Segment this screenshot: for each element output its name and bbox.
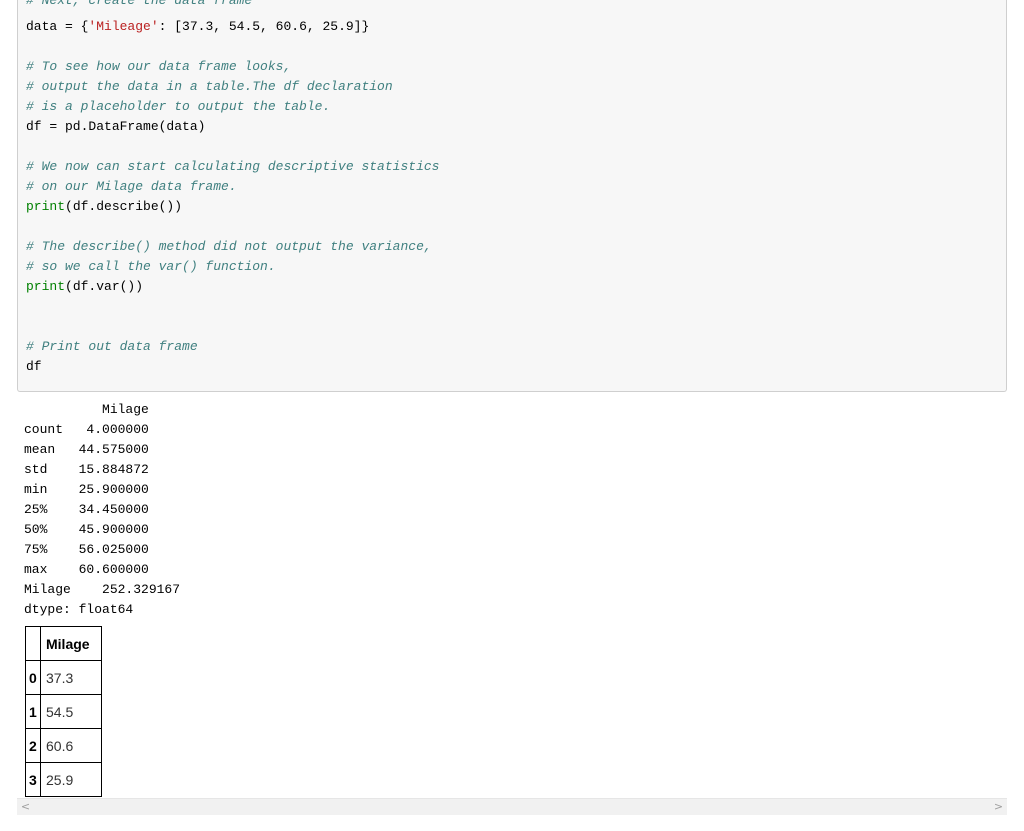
output-line: 25% 34.450000 [24,502,149,517]
code-line: print(df.var()) [26,277,143,297]
code-token: : [37.3, 54.5, 60.6, 25.9]} [158,19,370,34]
code-token: df = pd.DataFrame(data) [26,119,206,134]
code-line: # so we call the var() function. [26,257,276,277]
code-token-comment: # The describe() method did not output t… [26,239,432,254]
table-header-row: Milage [25,626,102,661]
code-token: (df.var()) [65,279,144,294]
table-row: 3 25.9 [25,762,102,797]
code-token: (df.describe()) [65,199,183,214]
code-token: data = { [26,19,89,34]
row-index: 3 [25,762,41,797]
cell-milage: 25.9 [40,762,102,797]
index-header [25,626,41,661]
scroll-left-icon[interactable]: < [17,799,34,815]
code-line: # The describe() method did not output t… [26,237,432,257]
table-row: 0 37.3 [25,660,102,695]
output-line: mean 44.575000 [24,442,149,457]
code-line: df [26,357,42,377]
code-token-comment: # output the data in a table.The df decl… [26,79,393,94]
output-line: min 25.900000 [24,482,149,497]
code-line: print(df.describe()) [26,197,182,217]
code-line: # on our Milage data frame. [26,177,237,197]
cell-milage: 60.6 [40,728,102,763]
code-line: df = pd.DataFrame(data) [26,117,205,137]
column-header-milage: Milage [40,626,102,661]
code-line: data = {'Mileage': [37.3, 54.5, 60.6, 25… [26,17,369,37]
row-index: 1 [25,694,41,729]
code-token-builtin: print [26,279,66,294]
code-line: # is a placeholder to output the table. [26,97,330,117]
scroll-right-icon[interactable]: > [990,799,1007,815]
dataframe-table: Milage 0 37.3 1 54.5 2 60.6 3 25.9 [25,626,102,797]
code-line: # Print out data frame [26,337,198,357]
code-token-string: 'Mileage' [88,19,159,34]
code-token-builtin: print [26,199,66,214]
horizontal-scrollbar[interactable]: < > [17,798,1007,815]
row-index: 0 [25,660,41,695]
output-line: Milage [24,402,149,417]
code-token-comment: # is a placeholder to output the table. [26,99,331,114]
row-index: 2 [25,728,41,763]
output-line: 75% 56.025000 [24,542,149,557]
cell-milage: 54.5 [40,694,102,729]
code-token-comment: # We now can start calculating descripti… [26,159,440,174]
code-cell-input[interactable]: # Next, create the data frame data = {'M… [17,0,1007,392]
code-token: df [26,359,42,374]
code-line: # We now can start calculating descripti… [26,157,439,177]
table-row: 2 60.6 [25,728,102,763]
code-token-comment: # so we call the var() function. [26,259,276,274]
output-line: max 60.600000 [24,562,149,577]
output-line: std 15.884872 [24,462,149,477]
cell-milage: 37.3 [40,660,102,695]
code-line: # To see how our data frame looks, [26,57,291,77]
code-line-partial: # Next, create the data frame [26,0,253,8]
code-line: # output the data in a table.The df decl… [26,77,393,97]
output-line: 50% 45.900000 [24,522,149,537]
table-row: 1 54.5 [25,694,102,729]
output-line: Milage 252.329167 [24,582,181,597]
output-line: dtype: float64 [24,602,134,617]
code-token-comment: # To see how our data frame looks, [26,59,292,74]
code-token-comment: # on our Milage data frame. [26,179,237,194]
output-line: count 4.000000 [24,422,149,437]
code-token-comment: # Print out data frame [26,339,198,354]
